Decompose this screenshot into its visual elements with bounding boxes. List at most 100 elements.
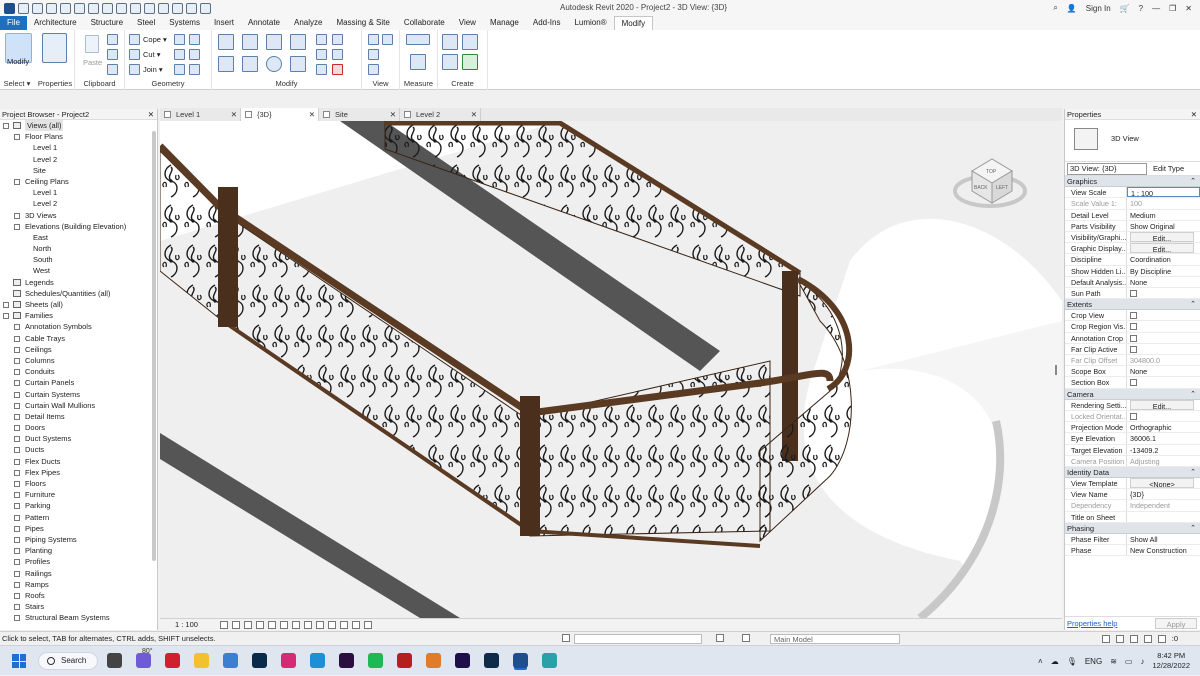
close-hidden-icon[interactable] (186, 2, 197, 14)
viewcube-top[interactable]: TOP (986, 169, 997, 175)
properties-help-link[interactable]: Properties help (1067, 617, 1117, 630)
collapse-icon[interactable] (14, 178, 20, 185)
scale-icon[interactable] (316, 49, 327, 60)
expand-icon[interactable] (14, 525, 20, 532)
property-value[interactable]: Show Original (1127, 221, 1200, 231)
tree-item[interactable]: Floors (0, 478, 157, 489)
array-icon[interactable] (332, 34, 343, 45)
close-tab-icon[interactable]: ✕ (390, 108, 396, 121)
tree-item[interactable]: Furniture (0, 489, 157, 500)
property-value[interactable]: None (1127, 366, 1200, 376)
trim-icon[interactable] (290, 56, 306, 72)
expand-icon[interactable] (14, 212, 20, 219)
properties-button[interactable] (42, 33, 67, 63)
create-parts-icon[interactable] (462, 34, 478, 50)
collapse-group-icon[interactable]: ⌃ (1190, 523, 1196, 534)
lightroom-icon[interactable] (252, 653, 267, 668)
tree-item[interactable]: East (0, 232, 157, 243)
tree-item[interactable]: Planting (0, 545, 157, 556)
crop-view-icon[interactable] (279, 620, 288, 629)
filter-count[interactable]: :0 (1172, 632, 1178, 645)
delete-icon[interactable] (332, 64, 343, 75)
undo-icon[interactable] (60, 2, 71, 14)
tree-item[interactable]: Ceilings (0, 344, 157, 355)
unpin-icon[interactable] (316, 64, 327, 75)
join-button[interactable]: Join ▾ (143, 65, 163, 74)
property-value[interactable] (1127, 512, 1200, 522)
workset-dropdown[interactable] (574, 634, 702, 644)
copy-clip-icon[interactable] (107, 49, 118, 60)
explorer-icon[interactable] (194, 653, 209, 668)
property-checkbox-cell[interactable] (1127, 288, 1200, 298)
open-icon[interactable] (18, 2, 29, 14)
view-tab[interactable]: Level 1 ✕ (160, 108, 241, 121)
property-value[interactable]: 36006.1 (1127, 433, 1200, 443)
property-value[interactable]: Orthographic (1127, 422, 1200, 432)
select-links-icon[interactable] (1101, 634, 1110, 643)
tree-item[interactable]: Detail Items (0, 411, 157, 422)
property-value[interactable]: Show All (1127, 534, 1200, 544)
viewcube-back[interactable]: BACK (974, 185, 988, 191)
switch-windows-icon[interactable] (200, 2, 211, 14)
visual-style-icon[interactable] (231, 620, 240, 629)
tree-item[interactable]: Flex Pipes (0, 467, 157, 478)
tree-item[interactable]: Curtain Wall Mullions (0, 400, 157, 411)
tree-item[interactable]: Piping Systems (0, 534, 157, 545)
collapse-icon[interactable] (3, 313, 9, 320)
tree-item[interactable]: Profiles (0, 556, 157, 567)
tree-item[interactable]: Roofs (0, 590, 157, 601)
front-post-left[interactable] (218, 187, 238, 327)
tab-file[interactable]: File (0, 16, 27, 30)
expand-icon[interactable] (14, 369, 20, 376)
cut-button[interactable]: Cut ▾ (143, 50, 161, 59)
opera-icon[interactable] (165, 653, 180, 668)
render-icon[interactable] (267, 620, 276, 629)
sync-icon[interactable] (46, 2, 57, 14)
tree-item[interactable]: Legends (0, 277, 157, 288)
type-selector[interactable]: 3D View (1065, 120, 1200, 162)
split-icon[interactable] (316, 34, 327, 45)
tab-modify[interactable]: Modify (613, 16, 654, 30)
expand-icon[interactable] (14, 536, 20, 543)
view-scale[interactable]: 1 : 100 (175, 620, 198, 629)
tree-item[interactable]: North (0, 243, 157, 254)
user-icon[interactable]: 👤 (1067, 4, 1077, 13)
tree-item[interactable]: South (0, 254, 157, 265)
collapse-icon[interactable] (3, 123, 9, 129)
tree-item[interactable]: Level 1 (0, 187, 157, 198)
expand-icon[interactable] (14, 481, 20, 487)
property-checkbox-cell[interactable] (1127, 344, 1200, 354)
tab-systems[interactable]: Systems (162, 16, 207, 30)
tree-item[interactable]: Conduits (0, 366, 157, 377)
property-checkbox-cell[interactable] (1127, 333, 1200, 343)
redo-icon[interactable] (74, 2, 85, 14)
property-checkbox-cell[interactable] (1127, 321, 1200, 331)
expand-icon[interactable] (14, 380, 20, 387)
tree-item[interactable]: Railings (0, 568, 157, 579)
tree-item[interactable]: Curtain Panels (0, 377, 157, 388)
tree-item[interactable]: Pattern (0, 512, 157, 523)
property-checkbox[interactable] (1130, 345, 1137, 353)
project-browser-scrollbar[interactable] (152, 131, 156, 561)
photoshop-icon[interactable] (484, 653, 499, 668)
property-checkbox-cell[interactable] (1127, 310, 1200, 320)
chat-icon[interactable] (136, 653, 151, 668)
view-tab[interactable]: {3D} ✕ (241, 108, 319, 121)
tab-lumion[interactable]: Lumion® (567, 16, 613, 30)
copy-icon[interactable] (242, 56, 258, 72)
property-value[interactable]: {3D} (1127, 489, 1200, 499)
close-tab-icon[interactable]: ✕ (231, 108, 237, 121)
remove-paint-icon[interactable] (174, 64, 185, 75)
tree-item[interactable]: Pipes (0, 523, 157, 534)
tree-item[interactable]: Level 1 (0, 142, 157, 153)
constraints-icon[interactable] (363, 620, 372, 629)
sign-in-link[interactable]: Sign In (1086, 4, 1111, 13)
tree-item[interactable]: Elevations (Building Elevation) (0, 221, 157, 232)
demolish-icon[interactable] (189, 49, 200, 60)
help-icon[interactable]: ? (1139, 4, 1143, 13)
match-type-icon[interactable] (107, 64, 118, 75)
expand-icon[interactable] (14, 581, 20, 588)
dimension-tool-icon[interactable] (410, 54, 426, 70)
hide-icon[interactable] (368, 34, 379, 45)
expand-icon[interactable] (14, 559, 20, 566)
